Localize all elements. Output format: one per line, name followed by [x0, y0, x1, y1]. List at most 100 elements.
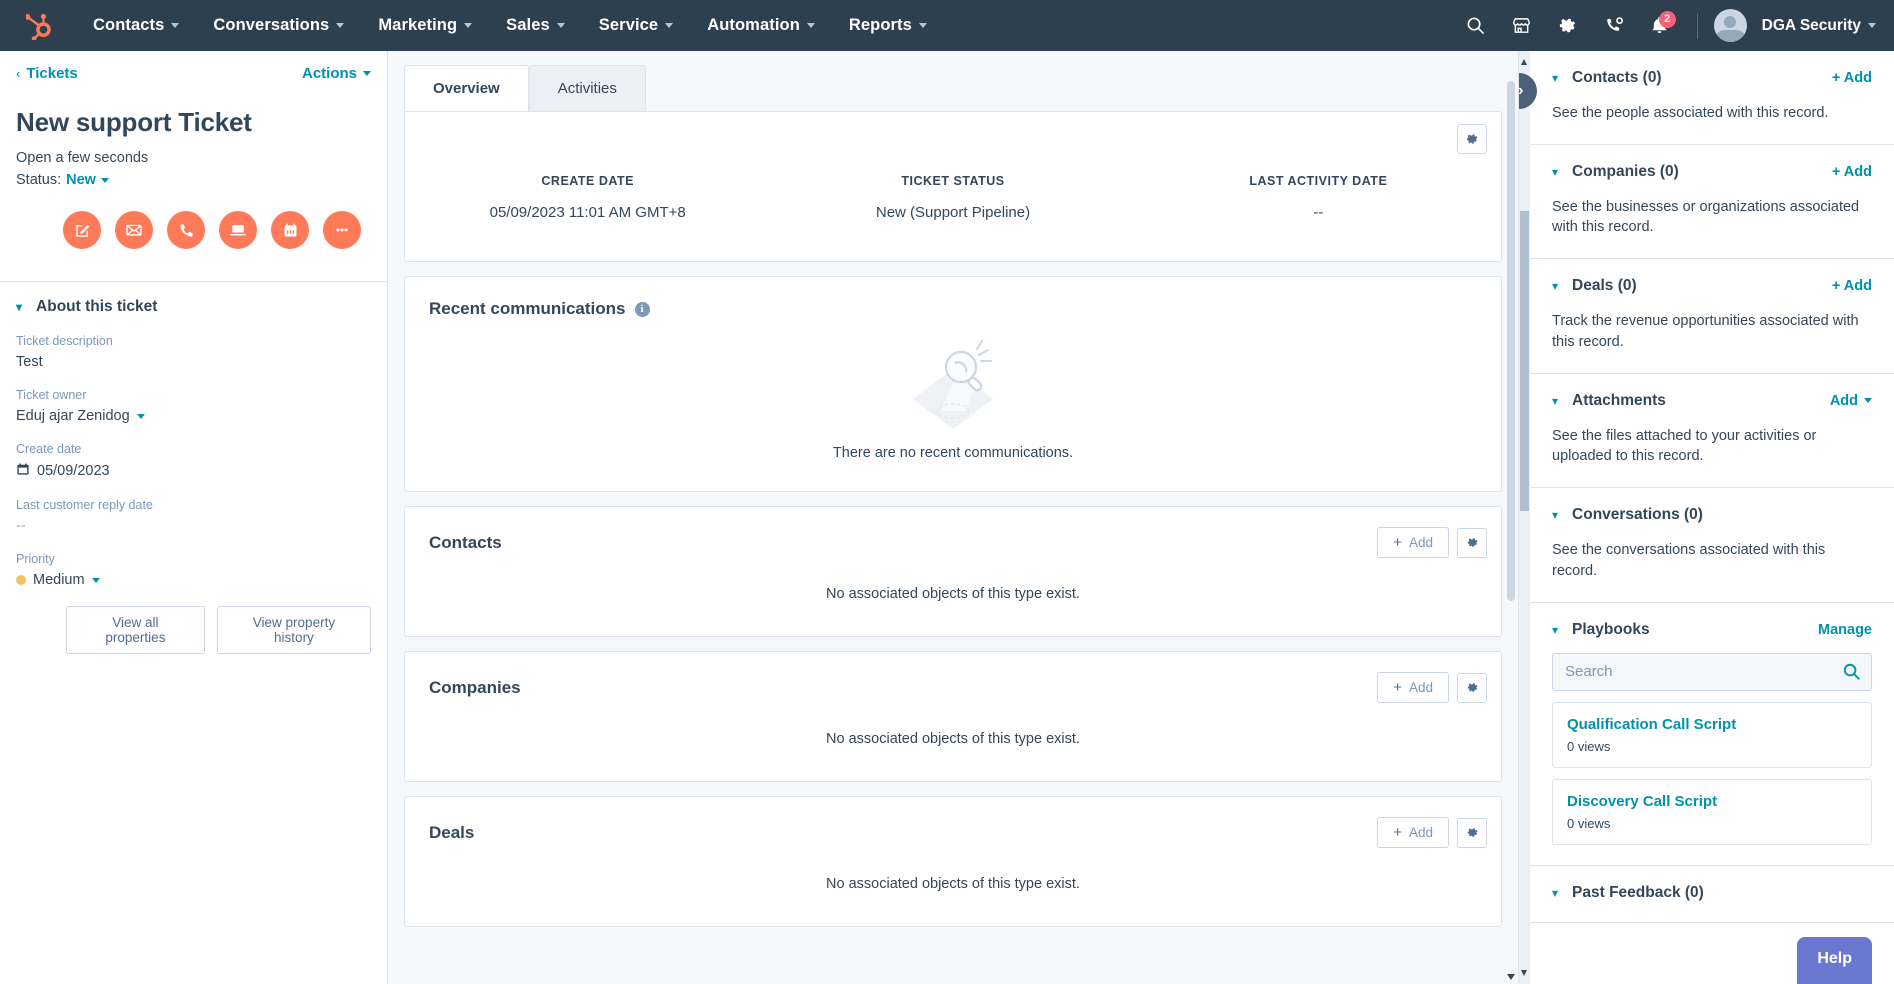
property-ticket-description: Ticket description Test [16, 334, 371, 370]
search-icon[interactable] [1842, 662, 1861, 686]
marketplace-icon[interactable] [1501, 5, 1543, 47]
chevron-down-icon[interactable] [100, 177, 109, 183]
summary-create-date: CREATE DATE 05/09/2023 11:01 AM GMT+8 [405, 174, 770, 221]
add-deal-link[interactable]: + Add [1832, 278, 1872, 294]
view-all-properties-button[interactable]: View all properties [66, 606, 205, 654]
scroll-up-arrow-icon[interactable] [1521, 59, 1527, 65]
search-input[interactable] [1552, 652, 1872, 691]
chevron-down-icon [665, 23, 674, 28]
property-ticket-owner: Ticket owner Eduj ajar Zenidog [16, 388, 371, 424]
attachments-add-dropdown[interactable]: Add [1830, 393, 1872, 409]
add-contact-link[interactable]: + Add [1832, 70, 1872, 86]
tab-activities[interactable]: Activities [528, 65, 646, 111]
gear-icon[interactable] [1457, 817, 1487, 848]
scroll-down-arrow-icon[interactable] [1521, 970, 1527, 976]
add-company-button[interactable]: + Add [1377, 672, 1449, 703]
property-value-row[interactable]: Eduj ajar Zenidog [16, 408, 371, 424]
chevron-down-icon[interactable]: ▾ [1552, 623, 1558, 637]
tab-overview[interactable]: Overview [404, 65, 529, 111]
list-item[interactable]: Qualification Call Script 0 views [1552, 701, 1872, 768]
right-scrollbar[interactable] [1519, 51, 1530, 984]
gear-icon[interactable] [1457, 527, 1487, 558]
property-value[interactable]: Test [16, 354, 371, 370]
breadcrumb[interactable]: ‹ Tickets [16, 65, 78, 82]
playbooks-search [1552, 652, 1872, 691]
nav-item-conversations[interactable]: Conversations [196, 16, 361, 35]
task-icon[interactable] [271, 211, 309, 249]
nav-item-contacts[interactable]: Contacts [76, 16, 196, 35]
chevron-down-icon[interactable]: ▾ [1552, 279, 1558, 293]
chevron-down-icon: ▾ [16, 300, 23, 314]
playbook-name: Discovery Call Script [1567, 792, 1718, 810]
nav-divider [1696, 12, 1698, 39]
chevron-down-icon[interactable]: ▾ [1552, 71, 1558, 85]
hubspot-logo-icon[interactable] [18, 12, 60, 40]
section-title: Companies (0) [1572, 162, 1679, 180]
center-scrollbar[interactable] [1504, 51, 1518, 984]
chevron-down-icon [91, 577, 100, 583]
view-property-history-button[interactable]: View property history [216, 606, 371, 654]
nav-label: Automation [707, 16, 800, 34]
property-value-row[interactable]: 05/09/2023 [16, 462, 371, 480]
summary-ticket-status: TICKET STATUS New (Support Pipeline) [770, 174, 1135, 221]
chevron-down-icon[interactable]: ▾ [1552, 886, 1558, 900]
record-sidebar: ‹ Tickets Actions New support Ticket Ope… [0, 51, 388, 984]
property-priority: Priority Medium [16, 552, 371, 588]
scrollbar-thumb[interactable] [1520, 211, 1529, 511]
more-ellipsis-icon[interactable] [323, 211, 361, 249]
help-button[interactable]: Help [1797, 937, 1872, 984]
list-item[interactable]: Discovery Call Script 0 views [1552, 778, 1872, 845]
scroll-down-arrow-icon[interactable] [1507, 974, 1515, 980]
nav-item-marketing[interactable]: Marketing [361, 16, 489, 35]
call-icon[interactable] [167, 211, 205, 249]
about-section-header[interactable]: ▾ About this ticket [16, 298, 371, 316]
chevron-down-icon [336, 23, 345, 28]
sidebar-section-attachments: ▾ Attachments Add See the files attached… [1530, 374, 1894, 489]
notifications-bell-icon[interactable]: 2 [1639, 5, 1681, 47]
empty-state-text: No associated objects of this type exist… [826, 586, 1080, 602]
scrollbar-thumb[interactable] [1507, 81, 1515, 601]
gear-icon[interactable] [1457, 672, 1487, 703]
sidebar-section-contacts: ▾ Contacts (0) + Add See the people asso… [1530, 51, 1894, 145]
account-menu[interactable]: DGA Security [1762, 17, 1876, 35]
calling-icon[interactable] [1593, 5, 1635, 47]
add-label: Add [1408, 535, 1433, 550]
chevron-down-icon[interactable]: ▾ [1552, 394, 1558, 408]
sidebar-section-deals: ▾ Deals (0) + Add Track the revenue oppo… [1530, 259, 1894, 374]
email-icon[interactable] [115, 211, 153, 249]
summary-value: New (Support Pipeline) [875, 204, 1031, 221]
page-title: New support Ticket [16, 107, 252, 137]
contacts-association-card: Contacts + Add No associated objects of … [404, 506, 1502, 637]
info-icon[interactable]: i [634, 301, 650, 317]
chevron-down-icon[interactable]: ▾ [1552, 508, 1558, 522]
avatar[interactable] [1713, 9, 1747, 42]
account-name: DGA Security [1761, 16, 1861, 34]
recent-communications-title-row: Recent communications i [405, 277, 1501, 319]
chevron-down-icon [136, 413, 145, 419]
manage-playbooks-link[interactable]: Manage [1818, 622, 1872, 638]
nav-item-sales[interactable]: Sales [489, 16, 582, 35]
quick-action-buttons [63, 211, 371, 249]
status-value[interactable]: New [66, 172, 96, 188]
card-title: Deals [429, 822, 475, 842]
nav-item-reports[interactable]: Reports [832, 16, 944, 35]
nav-item-service[interactable]: Service [582, 16, 690, 35]
add-company-link[interactable]: + Add [1832, 164, 1872, 180]
nav-item-automation[interactable]: Automation [690, 16, 832, 35]
gear-icon[interactable] [1457, 124, 1487, 154]
gear-icon[interactable] [1547, 5, 1589, 47]
meeting-icon[interactable] [219, 211, 257, 249]
property-value-row[interactable]: Medium [16, 572, 371, 588]
property-value[interactable]: -- [16, 518, 371, 534]
note-icon[interactable] [63, 211, 101, 249]
card-title: Contacts [429, 532, 502, 552]
main-menu: Contacts Conversations Marketing Sales S… [76, 16, 944, 35]
top-navigation-bar: Contacts Conversations Marketing Sales S… [0, 0, 1894, 51]
add-deal-button[interactable]: + Add [1377, 817, 1449, 848]
calendar-icon [16, 462, 30, 480]
actions-dropdown[interactable]: Actions [302, 65, 371, 82]
search-icon[interactable] [1455, 5, 1497, 47]
chevron-down-icon[interactable]: ▾ [1552, 165, 1558, 179]
priority-dot-icon [16, 575, 26, 585]
add-contact-button[interactable]: + Add [1377, 527, 1449, 558]
